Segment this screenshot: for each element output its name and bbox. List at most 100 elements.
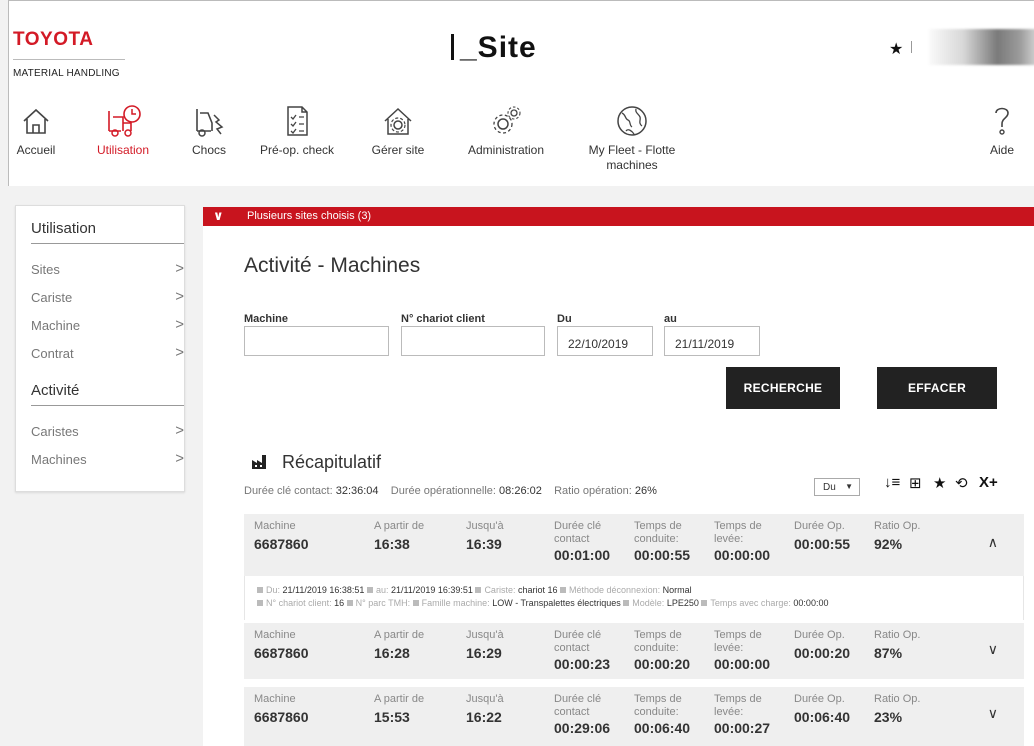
main-content: Activité - Machines Machine N° chariot c… bbox=[203, 226, 1034, 746]
nav-administration[interactable]: Administration bbox=[456, 101, 556, 158]
sidebar-item-label: Machine bbox=[31, 318, 81, 333]
cell-value: 00:06:40 bbox=[634, 720, 691, 736]
chevron-right-icon: > bbox=[175, 288, 184, 305]
toyota-logo[interactable]: TOYOTA MATERIAL HANDLING bbox=[13, 29, 125, 79]
sidebar-item-contrat[interactable]: Contrat > bbox=[31, 344, 184, 361]
cell-value: 16:39 bbox=[466, 536, 502, 552]
detail-value: 21/11/2019 16:39:51 bbox=[391, 585, 473, 595]
col-label: conduite: bbox=[634, 706, 679, 718]
cell-value: 16:29 bbox=[466, 645, 502, 661]
sidebar-item-cariste[interactable]: Cariste > bbox=[31, 288, 184, 305]
recap-summary: Durée clé contact: 32:36:04 Durée opérat… bbox=[244, 485, 657, 497]
sidebar: Utilisation Sites > Cariste > Machine > Con… bbox=[15, 205, 185, 492]
nav-gerer-site[interactable]: Gérer site bbox=[363, 101, 433, 158]
add-icon[interactable]: ⊞ bbox=[909, 474, 922, 492]
detail-value: 00:00:00 bbox=[793, 598, 829, 608]
cell-value: 00:01:00 bbox=[554, 547, 611, 563]
col-label: Machine bbox=[254, 520, 296, 532]
cell-ratio: Ratio Op. 23% bbox=[874, 693, 920, 725]
col-label: Ratio Op. bbox=[874, 520, 921, 532]
col-label: Temps de bbox=[634, 520, 682, 532]
export-icon[interactable]: X+ bbox=[979, 474, 998, 491]
sidebar-item-machine[interactable]: Machine > bbox=[31, 316, 184, 333]
col-label: Durée clé bbox=[554, 629, 602, 641]
nav-aide[interactable]: Aide bbox=[977, 101, 1027, 158]
date-from-input[interactable]: 22/10/2019 bbox=[557, 326, 653, 356]
nav-my-fleet[interactable]: My Fleet - Flotte machines bbox=[577, 101, 687, 173]
sort-select-value: Du bbox=[823, 482, 836, 493]
table-row[interactable]: Machine 6687860 A partir de 16:28 Jusqu'à 1… bbox=[244, 623, 1024, 679]
nav-label: My Fleet - Flotte bbox=[588, 143, 676, 157]
date-from-label: Du bbox=[557, 313, 572, 325]
nav-label: Aide bbox=[989, 143, 1015, 157]
chevron-down-icon[interactable]: ∨ bbox=[988, 641, 998, 658]
brand-name: TOYOTA bbox=[13, 29, 94, 50]
globe-icon bbox=[577, 101, 687, 141]
recap-title-text: Récapitulatif bbox=[282, 452, 382, 472]
date-to-input[interactable]: 21/11/2019 bbox=[664, 326, 760, 356]
clear-button[interactable]: EFFACER bbox=[877, 367, 997, 409]
page-title: Activité - Machines bbox=[244, 254, 421, 277]
sort-icon[interactable]: ↓≡ bbox=[884, 474, 900, 491]
chevron-right-icon: > bbox=[175, 422, 184, 439]
chevron-down-icon[interactable]: ∨ bbox=[988, 705, 998, 722]
col-label: conduite: bbox=[634, 642, 679, 654]
cell-from: A partir de 15:53 bbox=[374, 693, 424, 725]
nav-utilisation[interactable]: Utilisation bbox=[83, 101, 163, 158]
cell-drive: Temps de conduite: 00:06:40 bbox=[634, 693, 690, 736]
col-label: A partir de bbox=[374, 629, 425, 641]
cell-op: Durée Op. 00:00:55 bbox=[794, 520, 850, 552]
col-label: Temps de bbox=[634, 693, 682, 705]
sites-selection-banner[interactable]: ∨ Plusieurs sites choisis (3) bbox=[203, 207, 1034, 226]
cell-to: Jusqu'à 16:39 bbox=[466, 520, 504, 552]
col-label: Temps de bbox=[714, 520, 762, 532]
chevron-up-icon[interactable]: ∧ bbox=[988, 534, 998, 551]
table-row[interactable]: Machine 6687860 A partir de 15:53 Jusqu'à 1… bbox=[244, 687, 1024, 746]
favorite-star-icon[interactable]: ★ bbox=[889, 39, 903, 59]
detail-label: Du: bbox=[266, 585, 281, 595]
cell-machine: Machine 6687860 bbox=[254, 520, 309, 552]
col-label: Durée clé bbox=[554, 520, 602, 532]
sidebar-item-caristes[interactable]: Caristes > bbox=[31, 422, 184, 439]
col-label: Durée Op. bbox=[794, 629, 845, 641]
cell-value: 00:00:00 bbox=[714, 547, 771, 563]
sidebar-item-machines[interactable]: Machines > bbox=[31, 450, 184, 467]
sidebar-item-label: Contrat bbox=[31, 346, 74, 361]
detail-label: N° parc TMH: bbox=[355, 598, 411, 608]
col-label: contact bbox=[554, 706, 590, 718]
col-label: Durée Op. bbox=[794, 520, 845, 532]
refresh-icon[interactable]: ⟲ bbox=[955, 474, 968, 492]
sort-select[interactable]: Du ▼ bbox=[814, 478, 860, 496]
app-title-text: _Site bbox=[460, 31, 537, 64]
search-button[interactable]: RECHERCHE bbox=[726, 367, 840, 409]
nav-accueil[interactable]: Accueil bbox=[11, 101, 61, 158]
nav-preop-check[interactable]: Pré-op. check bbox=[252, 101, 342, 158]
detail-value: 21/11/2019 16:38:51 bbox=[282, 585, 365, 595]
star-icon[interactable]: ★ bbox=[933, 474, 946, 492]
cell-from: A partir de 16:38 bbox=[374, 520, 424, 552]
user-info-blurred[interactable] bbox=[929, 29, 1034, 65]
cell-to: Jusqu'à 16:29 bbox=[466, 629, 504, 661]
nav-chocs[interactable]: Chocs bbox=[184, 101, 234, 158]
cell-value: 16:22 bbox=[466, 709, 502, 725]
col-label: contact bbox=[554, 642, 590, 654]
sidebar-item-label: Machines bbox=[31, 452, 87, 467]
logo-divider bbox=[13, 59, 125, 60]
table-row[interactable]: Machine 6687860 A partir de 16:38 Jusqu'à 1… bbox=[244, 514, 1024, 576]
cell-op: Durée Op. 00:00:20 bbox=[794, 629, 850, 661]
cell-ratio: Ratio Op. 92% bbox=[874, 520, 920, 552]
col-label: Durée clé bbox=[554, 693, 602, 705]
ratio-value: 26% bbox=[634, 485, 657, 497]
cell-value: 00:00:27 bbox=[714, 720, 771, 736]
cell-value: 00:29:06 bbox=[554, 720, 611, 736]
sidebar-item-sites[interactable]: Sites > bbox=[31, 260, 184, 277]
nav-label: Utilisation bbox=[96, 143, 150, 157]
col-label: Machine bbox=[254, 693, 296, 705]
detail-value: 16 bbox=[334, 598, 345, 608]
recap-title: Récapitulatif bbox=[252, 452, 381, 473]
cell-lift: Temps de levée: 00:00:00 bbox=[714, 629, 770, 672]
machine-input[interactable] bbox=[244, 326, 389, 356]
sidebar-item-label: Cariste bbox=[31, 290, 73, 305]
app-title: _Site bbox=[451, 31, 537, 65]
chariot-input[interactable] bbox=[401, 326, 545, 356]
